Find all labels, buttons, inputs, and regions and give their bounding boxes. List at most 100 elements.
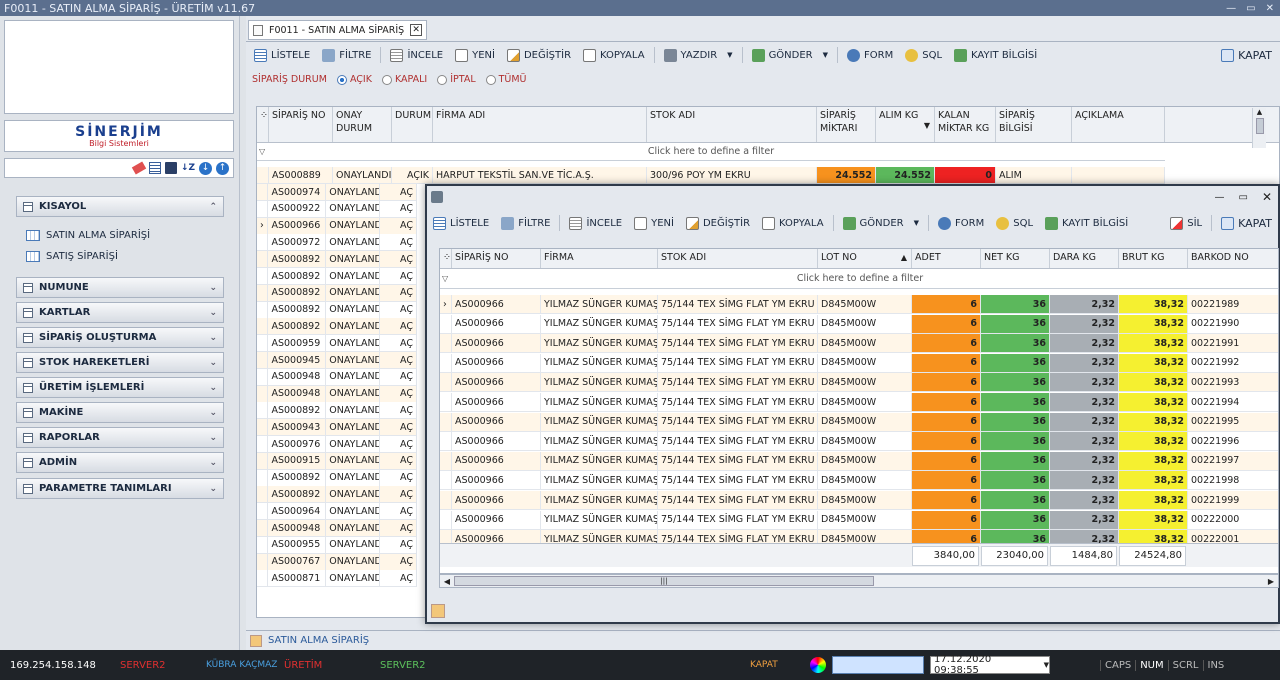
incele-button[interactable]: İNCELE <box>384 48 449 62</box>
table-row[interactable]: AS000871 ONAYLANDI AÇ <box>257 570 417 588</box>
table-row[interactable]: AS000892 ONAYLANDI AÇ <box>257 469 417 487</box>
table-row[interactable]: AS000966 YILMAZ SÜNGER KUMAŞ D 75/144 TEX … <box>440 314 1278 334</box>
detail-gonder-button[interactable]: GÖNDER ▼ <box>837 216 925 230</box>
tab-satin-alma-siparis[interactable]: F0011 - SATIN ALMA SİPARİŞ ✕ <box>248 20 428 40</box>
detail-listele-button[interactable]: LİSTELE <box>427 216 495 230</box>
table-row[interactable]: AS000966 YILMAZ SÜNGER KUMAŞ D 75/144 TEX … <box>440 373 1278 393</box>
table-row[interactable]: AS000948 ONAYLANDI AÇ <box>257 520 417 537</box>
filter-row[interactable]: ▽ Click here to define a filter <box>257 143 1165 161</box>
bottom-tab-label[interactable]: SATIN ALMA SİPARİŞ <box>268 635 369 646</box>
menu-stok-hareketleri[interactable]: STOK HAREKETLERİ ⌄ <box>16 352 224 373</box>
scroll-up-arrow-icon[interactable]: ▲ <box>1253 108 1266 116</box>
table-row[interactable]: AS000892 ONAYLANDI AÇ <box>257 284 417 302</box>
radio-iptal[interactable]: İPTAL <box>437 74 476 85</box>
menu-parametre-tanimlari[interactable]: PARAMETRE TANIMLARI ⌄ <box>16 478 224 499</box>
menu-kisayol[interactable]: KISAYOL ⌃ <box>16 196 224 217</box>
yeni-button[interactable]: YENİ <box>449 48 501 62</box>
table-row[interactable]: AS000966 YILMAZ SÜNGER KUMAŞ D 75/144 TEX … <box>440 471 1278 491</box>
filter-dropdown-icon[interactable]: ▼ <box>924 119 930 132</box>
arrow-up-circle-icon[interactable]: ↑ <box>216 161 229 175</box>
table-row[interactable]: AS000976 ONAYLANDI AÇ <box>257 436 417 453</box>
table-row[interactable]: AS000966 YILMAZ SÜNGER KUMAŞ D 75/144 TEX … <box>440 353 1278 373</box>
detail-kayit-bilgisi-button[interactable]: KAYIT BİLGİSİ <box>1039 216 1134 230</box>
close-icon[interactable]: ✕ <box>1262 190 1272 204</box>
maximize-button[interactable]: ▭ <box>1246 3 1255 14</box>
col-onay-durum[interactable]: ONAY DURUM <box>333 107 392 142</box>
listele-button[interactable]: LİSTELE <box>248 48 316 62</box>
arrow-down-circle-icon[interactable]: ↓ <box>199 161 212 175</box>
status-input[interactable] <box>832 656 924 674</box>
pin-icon[interactable] <box>431 604 445 618</box>
detail-degistir-button[interactable]: DEĞİŞTİR <box>680 216 756 230</box>
table-row[interactable]: AS000966 YILMAZ SÜNGER KUMAŞ D 75/144 TEX … <box>440 432 1278 452</box>
table-row[interactable]: AS000948 ONAYLANDI AÇ <box>257 385 417 403</box>
table-row[interactable]: AS000966 YILMAZ SÜNGER KUMAŞ D 75/144 TEX … <box>440 510 1278 530</box>
table-row[interactable]: AS000892 ONAYLANDI AÇ <box>257 402 417 420</box>
col-kalan-miktar[interactable]: KALAN MİKTAR KG <box>935 107 996 142</box>
table-row[interactable]: AS000892 ONAYLANDI AÇ <box>257 318 417 336</box>
table-row[interactable]: AS000955 ONAYLANDI AÇ <box>257 536 417 554</box>
menu-siparis-olusturma[interactable]: SİPARİŞ OLUŞTURMA ⌄ <box>16 327 224 348</box>
table-row[interactable]: AS000945 ONAYLANDI AÇ <box>257 352 417 369</box>
table-row[interactable]: AS000948 ONAYLANDI AÇ <box>257 368 417 386</box>
minimize-button[interactable]: — <box>1226 3 1236 14</box>
col-siparis-no[interactable]: SİPARİŞ NO <box>269 107 333 142</box>
col-stok-adi[interactable]: STOK ADI <box>647 107 817 142</box>
scroll-left-arrow-icon[interactable]: ◀ <box>440 577 454 586</box>
yazdir-button[interactable]: YAZDIR ▼ <box>658 48 739 62</box>
kayit-bilgisi-button[interactable]: KAYIT BİLGİSİ <box>948 48 1043 62</box>
status-kapat[interactable]: KAPAT <box>750 660 810 670</box>
sort-az-icon[interactable]: ↓Z <box>181 163 195 173</box>
radio-tumu[interactable]: TÜMÜ <box>485 74 527 85</box>
table-row[interactable]: AS000964 ONAYLANDI AÇ <box>257 503 417 521</box>
table-row[interactable]: AS000966 YILMAZ SÜNGER KUMAŞ D 75/144 TEX … <box>440 334 1278 354</box>
table-row[interactable]: AS000892 ONAYLANDI AÇ <box>257 268 417 285</box>
detail-form-button[interactable]: FORM <box>932 216 990 230</box>
form-button[interactable]: FORM <box>841 48 899 62</box>
minimize-icon[interactable]: — <box>1214 192 1224 203</box>
col-alim-kg[interactable]: ALIM KG ▼ <box>876 107 935 142</box>
shortcut-satis[interactable]: SATIŞ SİPARİŞİ <box>26 251 118 262</box>
table-row[interactable]: AS000972 ONAYLANDI AÇ <box>257 234 417 252</box>
col-adet[interactable]: ADET <box>912 249 981 268</box>
table-row[interactable]: AS000889 ONAYLANDI AÇIK HARPUT TEKSTİL S… <box>257 167 1165 184</box>
color-wheel-icon[interactable] <box>810 657 826 673</box>
kopyala-button[interactable]: KOPYALA <box>577 48 651 62</box>
col-durum[interactable]: DURUM <box>392 107 433 142</box>
scrollbar-thumb[interactable]: ||| <box>454 576 874 586</box>
menu-raporlar[interactable]: RAPORLAR ⌄ <box>16 427 224 448</box>
table-row[interactable]: AS000892 ONAYLANDI AÇ <box>257 301 417 319</box>
table-row[interactable]: AS000915 ONAYLANDI AÇ <box>257 452 417 470</box>
col-brut-kg[interactable]: BRUT KG <box>1119 249 1188 268</box>
menu-makine[interactable]: MAKİNE ⌄ <box>16 402 224 423</box>
menu-kartlar[interactable]: KARTLAR ⌄ <box>16 302 224 323</box>
table-row[interactable]: AS000966 YILMAZ SÜNGER KUMAŞ D 75/144 TEX … <box>440 393 1278 412</box>
table-row[interactable]: AS000943 ONAYLANDI AÇ <box>257 419 417 437</box>
save-icon[interactable] <box>164 162 177 174</box>
radio-acik[interactable]: AÇIK <box>336 74 372 85</box>
detail-kopyala-button[interactable]: KOPYALA <box>756 216 830 230</box>
degistir-button[interactable]: DEĞİŞTİR <box>501 48 577 62</box>
detail-yeni-button[interactable]: YENİ <box>628 216 680 230</box>
col-net-kg[interactable]: NET KG <box>981 249 1050 268</box>
filtre-button[interactable]: FİLTRE <box>316 48 377 62</box>
menu-uretim-islemleri[interactable]: ÜRETİM İŞLEMLERİ ⌄ <box>16 377 224 398</box>
shortcut-satin-alma[interactable]: SATIN ALMA SİPARİŞİ <box>26 230 150 241</box>
table-row[interactable]: AS000767 ONAYLANDI AÇ <box>257 553 417 571</box>
detail-filtre-button[interactable]: FİLTRE <box>495 216 556 230</box>
sql-button[interactable]: SQL <box>899 48 948 62</box>
table-row[interactable]: › AS000966 ONAYLANDI AÇ <box>257 217 417 235</box>
table-row[interactable]: AS000922 ONAYLANDI AÇ <box>257 200 417 218</box>
scrollbar-thumb[interactable] <box>1255 118 1264 134</box>
table-row[interactable]: AS000974 ONAYLANDI AÇ <box>257 184 417 201</box>
col-aciklama[interactable]: AÇIKLAMA <box>1072 107 1165 142</box>
table-row[interactable]: AS000966 YILMAZ SÜNGER KUMAŞ D 75/144 TEX … <box>440 412 1278 432</box>
table-row[interactable]: AS000892 ONAYLANDI AÇ <box>257 486 417 504</box>
menu-admin[interactable]: ADMİN ⌄ <box>16 452 224 473</box>
detail-sql-button[interactable]: SQL <box>990 216 1039 230</box>
col-firma-adi[interactable]: FİRMA ADI <box>433 107 647 142</box>
eraser-icon[interactable] <box>131 161 147 175</box>
col-barkod-no[interactable]: BARKOD NO <box>1188 249 1278 268</box>
detail-sil-button[interactable]: SİL <box>1164 216 1208 230</box>
close-button[interactable]: ✕ <box>1266 3 1274 14</box>
